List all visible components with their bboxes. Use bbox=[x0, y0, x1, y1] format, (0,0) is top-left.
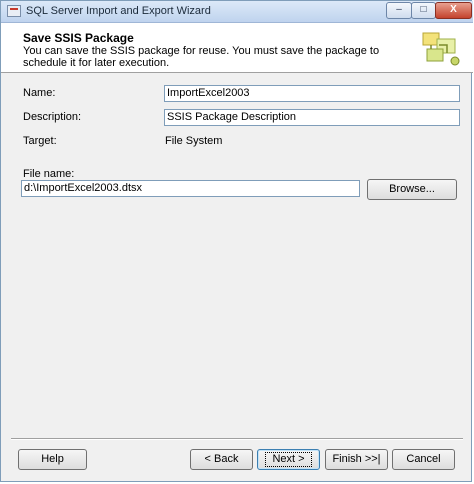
name-field[interactable]: ImportExcel2003 bbox=[164, 85, 460, 102]
description-field[interactable]: SSIS Package Description bbox=[164, 109, 460, 126]
wizard-window: SQL Server Import and Export Wizard – □ … bbox=[0, 0, 473, 482]
wizard-header: Save SSIS Package You can save the SSIS … bbox=[1, 23, 473, 73]
finish-button[interactable]: Finish >>| bbox=[325, 449, 388, 470]
target-label: Target: bbox=[23, 135, 57, 147]
cancel-button[interactable]: Cancel bbox=[392, 449, 455, 470]
name-label: Name: bbox=[23, 87, 56, 99]
filename-field[interactable]: d:\ImportExcel2003.dtsx bbox=[21, 180, 360, 197]
back-button[interactable]: < Back bbox=[190, 449, 253, 470]
page-title: Save SSIS Package bbox=[23, 31, 134, 45]
footer-separator bbox=[11, 438, 463, 440]
next-button[interactable]: Next > bbox=[257, 449, 320, 470]
description-label: Description: bbox=[23, 111, 82, 123]
minimize-button[interactable]: – bbox=[386, 2, 412, 19]
target-value: File System bbox=[165, 135, 223, 147]
package-graphic-icon bbox=[413, 27, 465, 69]
app-icon bbox=[7, 5, 21, 17]
help-button[interactable]: Help bbox=[18, 449, 87, 470]
title-bar[interactable]: SQL Server Import and Export Wizard – □ … bbox=[1, 1, 473, 23]
page-description: You can save the SSIS package for reuse.… bbox=[23, 45, 380, 69]
maximize-button[interactable]: □ bbox=[411, 2, 436, 19]
filename-label: File name: bbox=[23, 168, 75, 180]
browse-button[interactable]: Browse... bbox=[367, 179, 457, 200]
window-title: SQL Server Import and Export Wizard bbox=[26, 5, 211, 17]
close-button[interactable]: X bbox=[435, 2, 472, 19]
next-button-label: Next > bbox=[265, 452, 312, 467]
